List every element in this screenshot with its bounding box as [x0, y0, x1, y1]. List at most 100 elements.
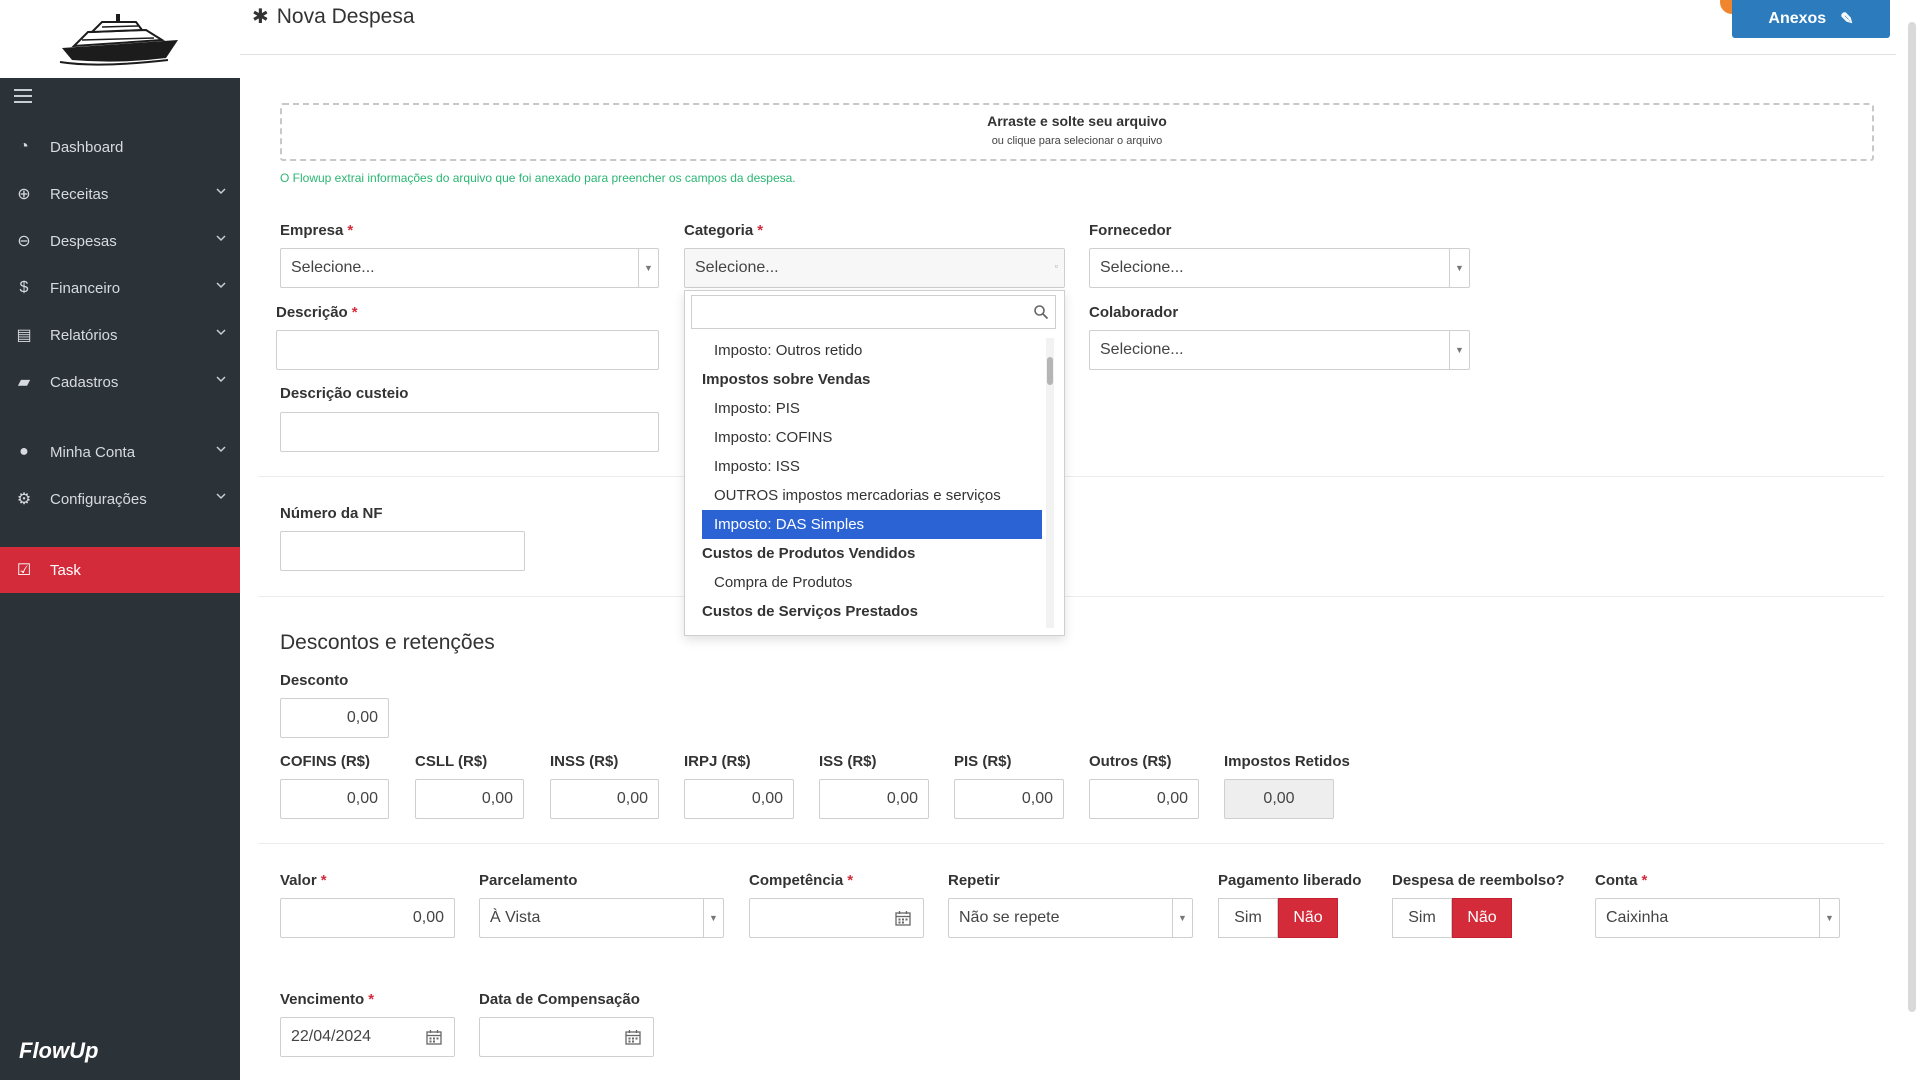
irpj-input[interactable]: 0,00: [684, 779, 794, 819]
anexos-label: Anexos: [1768, 10, 1827, 27]
competencia-label: Competência *: [749, 872, 854, 889]
data-compensacao-label: Data de Compensação: [479, 991, 640, 1008]
repetir-label: Repetir: [948, 872, 1000, 889]
plus-circle-icon: ⊕: [17, 186, 31, 203]
pagamento-nao-button[interactable]: Não: [1278, 898, 1338, 938]
anexos-button[interactable]: Anexos ✎: [1732, 0, 1890, 38]
chevron-down-icon: [216, 329, 226, 336]
descricao-label: Descrição *: [276, 304, 358, 321]
sidebar-item-label: Dashboard: [50, 138, 124, 156]
numero-nf-label: Número da NF: [280, 505, 383, 522]
desconto-input[interactable]: 0,00: [280, 698, 389, 738]
irpj-label: IRPJ (R$): [684, 753, 751, 770]
empresa-label: Empresa *: [280, 222, 354, 239]
folder-icon: ▰: [17, 374, 31, 391]
caret-up-icon: ▫: [1054, 261, 1058, 271]
caret-down-icon: ▼: [1819, 899, 1839, 937]
check-square-icon: ☑: [16, 562, 32, 579]
calendar-icon[interactable]: [625, 1029, 641, 1045]
competencia-input[interactable]: [749, 898, 924, 938]
categoria-label: Categoria *: [684, 222, 764, 239]
report-icon: ▤: [16, 327, 32, 344]
fornecedor-label: Fornecedor: [1089, 222, 1172, 239]
sidebar-item-dashboard[interactable]: ◔ Dashboard: [0, 127, 240, 167]
sidebar-item-despesas[interactable]: ⊖ Despesas: [0, 221, 240, 261]
page-scrollbar[interactable]: [1908, 22, 1916, 1012]
chevron-down-icon: [216, 446, 226, 453]
conta-select[interactable]: Caixinha ▼: [1595, 898, 1840, 938]
categoria-option[interactable]: OUTROS impostos mercadorias e serviços: [702, 481, 1042, 510]
sidebar-item-cadastros[interactable]: ▰ Cadastros: [0, 362, 240, 402]
colaborador-select[interactable]: Selecione... ▼: [1089, 330, 1470, 370]
caret-down-icon: ▼: [638, 249, 658, 287]
sidebar-item-task[interactable]: ☑ Task: [0, 547, 240, 593]
pagamento-sim-button[interactable]: Sim: [1218, 898, 1278, 938]
caret-down-icon: ▼: [1172, 899, 1192, 937]
fornecedor-value: Selecione...: [1100, 259, 1184, 276]
categoria-option[interactable]: Imposto: COFINS: [702, 423, 1042, 452]
sidebar-item-receitas[interactable]: ⊕ Receitas: [0, 174, 240, 214]
categoria-group-header: Impostos sobre Vendas: [702, 371, 871, 388]
descricao-input[interactable]: [276, 330, 659, 370]
categoria-dropdown: Imposto: Outros retido Impostos sobre Ve…: [684, 290, 1065, 636]
descricao-custeio-input[interactable]: [280, 412, 659, 452]
sidebar-item-configuracoes[interactable]: ⚙ Configurações: [0, 479, 240, 519]
file-dropzone[interactable]: Arraste e solte seu arquivo ou clique pa…: [280, 103, 1874, 161]
brand-logo: FlowUp: [19, 1038, 99, 1063]
cogs-icon: ⚙: [16, 491, 32, 508]
categoria-option[interactable]: Imposto: PIS: [702, 394, 1042, 423]
vencimento-label: Vencimento *: [280, 991, 375, 1008]
fornecedor-select[interactable]: Selecione... ▼: [1089, 248, 1470, 288]
section-divider: [258, 596, 1884, 597]
chevron-down-icon: [216, 493, 226, 500]
valor-input[interactable]: 0,00: [280, 898, 455, 938]
numero-nf-input[interactable]: [280, 531, 525, 571]
parcelamento-select[interactable]: À Vista ▼: [479, 898, 724, 938]
reembolso-nao-button[interactable]: Não: [1452, 898, 1512, 938]
reembolso-sim-button[interactable]: Sim: [1392, 898, 1452, 938]
empresa-value: Selecione...: [291, 259, 375, 276]
vencimento-value: 22/04/2024: [291, 1028, 372, 1045]
sidebar-item-financeiro[interactable]: $ Financeiro: [0, 268, 240, 308]
categoria-option[interactable]: Imposto: Outros retido: [702, 336, 1042, 365]
conta-value: Caixinha: [1606, 909, 1669, 926]
pis-input[interactable]: 0,00: [954, 779, 1064, 819]
iss-label: ISS (R$): [819, 753, 877, 770]
paperclip-icon: ✎: [1840, 11, 1854, 28]
categoria-select[interactable]: Selecione... ▫: [684, 248, 1065, 288]
inss-input[interactable]: 0,00: [550, 779, 659, 819]
sidebar-item-label: Configurações: [50, 490, 147, 508]
calendar-icon[interactable]: [426, 1029, 442, 1045]
section-divider: [258, 476, 1884, 477]
categoria-scroll-thumb[interactable]: [1047, 357, 1053, 385]
categoria-value: Selecione...: [695, 259, 779, 276]
outros-input[interactable]: 0,00: [1089, 779, 1199, 819]
cofins-input[interactable]: 0,00: [280, 779, 389, 819]
sidebar: ◔ Dashboard ⊕ Receitas ⊖ Despesas $ Fina…: [0, 0, 240, 1080]
impostos-retidos-label: Impostos Retidos: [1224, 753, 1350, 770]
csll-input[interactable]: 0,00: [415, 779, 524, 819]
valor-label: Valor *: [280, 872, 327, 889]
categoria-search-input[interactable]: [691, 295, 1056, 329]
descontos-section-title: Descontos e retenções: [280, 631, 495, 654]
calendar-icon[interactable]: [895, 910, 911, 926]
data-compensacao-input[interactable]: [479, 1017, 654, 1057]
categoria-options-list: Imposto: Outros retido Impostos sobre Ve…: [685, 336, 1045, 626]
pagamento-liberado-toggle: Sim Não: [1218, 898, 1338, 938]
empresa-select[interactable]: Selecione... ▼: [280, 248, 659, 288]
sidebar-item-label: Despesas: [50, 232, 117, 250]
categoria-option-highlighted[interactable]: Imposto: DAS Simples: [702, 510, 1042, 539]
vencimento-input[interactable]: 22/04/2024: [280, 1017, 455, 1057]
sidebar-item-relatorios[interactable]: ▤ Relatórios: [0, 315, 240, 355]
minus-circle-icon: ⊖: [17, 233, 31, 250]
outros-label: Outros (R$): [1089, 753, 1172, 770]
sidebar-item-label: Task: [50, 561, 81, 579]
categoria-option[interactable]: Imposto: ISS: [702, 452, 1042, 481]
iss-input[interactable]: 0,00: [819, 779, 929, 819]
categoria-option[interactable]: Compra de Produtos: [702, 568, 1042, 597]
repetir-select[interactable]: Não se repete ▼: [948, 898, 1193, 938]
sidebar-item-minha-conta[interactable]: ● Minha Conta: [0, 432, 240, 472]
repetir-value: Não se repete: [959, 909, 1060, 926]
inss-label: INSS (R$): [550, 753, 619, 770]
menu-toggle-icon[interactable]: [14, 89, 32, 103]
